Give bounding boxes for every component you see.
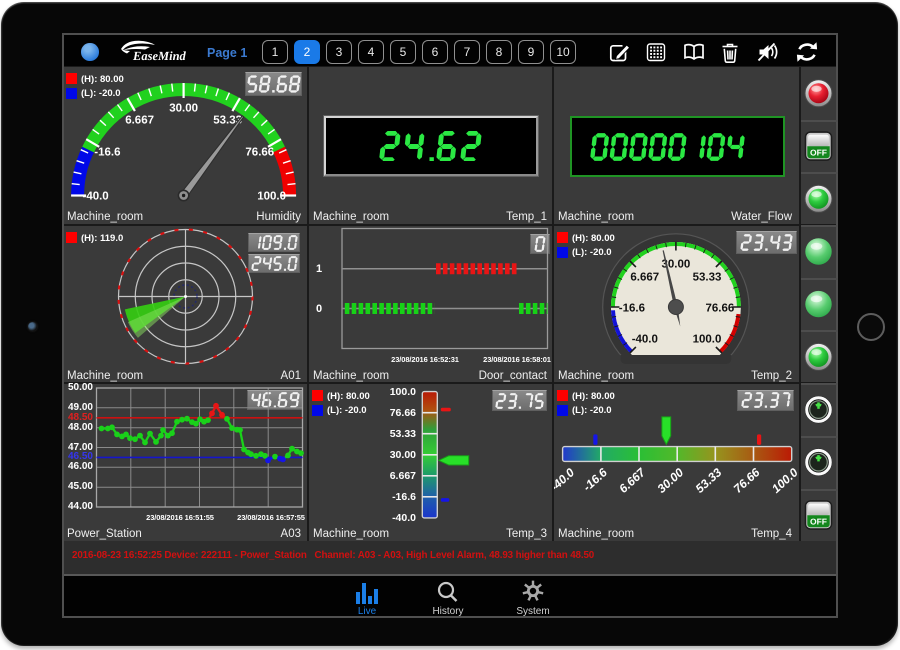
svg-text:6.667: 6.667 <box>630 271 659 283</box>
svg-text:OFF: OFF <box>810 148 827 158</box>
svg-text:-16.6: -16.6 <box>619 303 645 315</box>
svg-text:53.33: 53.33 <box>693 271 722 283</box>
svg-text:-40.0: -40.0 <box>632 334 658 346</box>
svg-text:-40.0: -40.0 <box>547 465 577 494</box>
svg-text:76.66: 76.66 <box>731 465 763 496</box>
svg-text:-40.0: -40.0 <box>82 191 108 203</box>
svg-text:30.00: 30.00 <box>169 103 198 115</box>
svg-text:6.667: 6.667 <box>125 114 154 126</box>
svg-text:76.66: 76.66 <box>706 303 735 315</box>
svg-text:-16.6: -16.6 <box>94 147 120 159</box>
svg-text:53.33: 53.33 <box>693 465 725 496</box>
svg-text:OFF: OFF <box>810 517 827 527</box>
svg-text:6.667: 6.667 <box>616 464 649 495</box>
svg-text:100.0: 100.0 <box>769 465 801 496</box>
svg-text:-16.6: -16.6 <box>580 465 610 494</box>
svg-text:76.66: 76.66 <box>245 147 274 159</box>
svg-text:100.0: 100.0 <box>693 334 722 346</box>
svg-text:100.0: 100.0 <box>257 191 286 203</box>
svg-text:30.00: 30.00 <box>655 465 687 496</box>
